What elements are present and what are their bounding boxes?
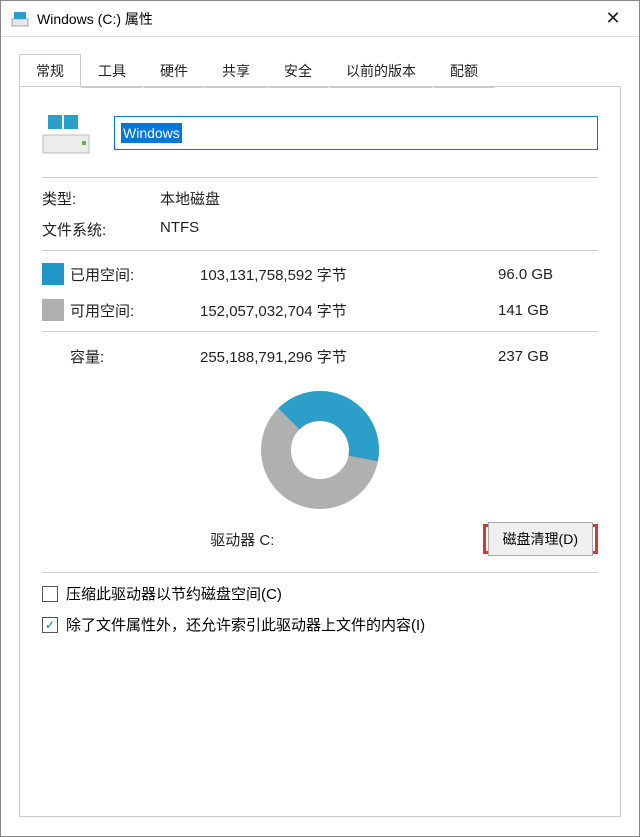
- drive-name-value: Windows: [121, 123, 182, 143]
- window-title: Windows (C:) 属性: [37, 9, 591, 29]
- type-label: 类型:: [42, 188, 160, 209]
- drive-large-icon: [42, 111, 90, 155]
- used-gb: 96.0 GB: [498, 266, 598, 283]
- free-swatch: [42, 299, 64, 321]
- tab-quota[interactable]: 配额: [433, 54, 495, 88]
- capacity-gb: 237 GB: [498, 348, 598, 365]
- used-swatch: [42, 263, 64, 285]
- filesystem-label: 文件系统:: [42, 219, 160, 240]
- drive-name-input[interactable]: Windows: [114, 116, 598, 150]
- divider: [42, 331, 598, 332]
- index-label: 除了文件属性外，还允许索引此驱动器上文件的内容(I): [66, 614, 425, 635]
- divider: [42, 177, 598, 178]
- tab-previous-versions[interactable]: 以前的版本: [329, 54, 433, 88]
- capacity-label: 容量:: [70, 346, 200, 367]
- tab-panel-general: Windows 类型: 本地磁盘 文件系统: NTFS 已用空间: 103,13…: [19, 86, 621, 817]
- drive-icon: [11, 10, 29, 28]
- compress-checkbox[interactable]: [42, 586, 58, 602]
- disk-cleanup-button[interactable]: 磁盘清理(D): [488, 522, 593, 556]
- compress-label: 压缩此驱动器以节约磁盘空间(C): [66, 583, 282, 604]
- free-label: 可用空间:: [70, 300, 200, 321]
- tab-strip: 常规 工具 硬件 共享 安全 以前的版本 配额: [19, 53, 621, 87]
- tab-tools[interactable]: 工具: [81, 54, 143, 88]
- filesystem-value: NTFS: [160, 219, 598, 240]
- titlebar: Windows (C:) 属性 ✕: [1, 1, 639, 37]
- index-checkbox[interactable]: ✓: [42, 617, 58, 633]
- tab-sharing[interactable]: 共享: [205, 54, 267, 88]
- tab-security[interactable]: 安全: [267, 54, 329, 88]
- capacity-bytes: 255,188,791,296 字节: [200, 346, 498, 367]
- used-bytes: 103,131,758,592 字节: [200, 264, 498, 285]
- usage-donut-chart: [42, 385, 598, 518]
- tab-general[interactable]: 常规: [19, 54, 81, 88]
- space-usage: 已用空间: 103,131,758,592 字节 96.0 GB 可用空间: 1…: [42, 263, 598, 321]
- free-gb: 141 GB: [498, 302, 598, 319]
- close-button[interactable]: ✕: [591, 4, 635, 34]
- properties-dialog: Windows (C:) 属性 ✕ 常规 工具 硬件 共享 安全 以前的版本 配…: [0, 0, 640, 837]
- disk-cleanup-highlight: 磁盘清理(D): [483, 524, 598, 554]
- divider: [42, 250, 598, 251]
- divider: [42, 572, 598, 573]
- free-bytes: 152,057,032,704 字节: [200, 300, 498, 321]
- drive-label: 驱动器 C:: [42, 529, 443, 550]
- tab-hardware[interactable]: 硬件: [143, 54, 205, 88]
- used-label: 已用空间:: [70, 264, 200, 285]
- type-value: 本地磁盘: [160, 188, 598, 209]
